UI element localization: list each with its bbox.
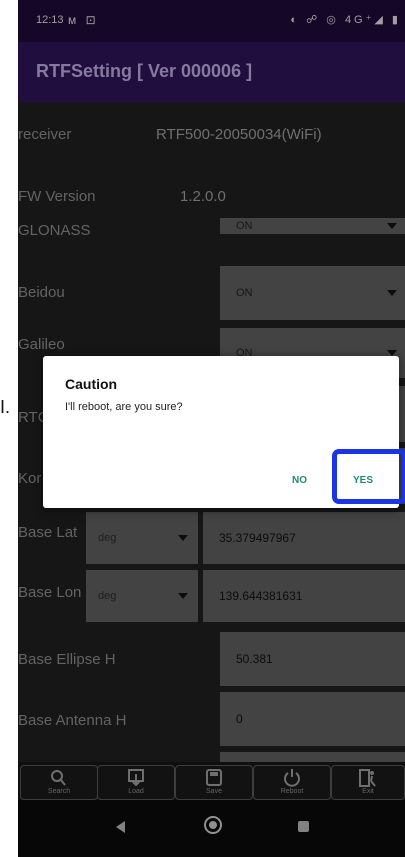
app-bar: RTFSetting [ Ver 000006 ]: [18, 42, 405, 102]
home-icon[interactable]: [204, 816, 222, 834]
fw-version-value: 1.2.0.0: [180, 188, 226, 205]
chevron-down-icon: [178, 593, 188, 599]
base-lon-label: Base Lon: [18, 584, 82, 601]
base-lon-input[interactable]: 139.644381631: [203, 570, 405, 622]
base-ellipse-value: 50.381: [236, 652, 273, 666]
load-button[interactable]: Load: [97, 765, 175, 800]
base-ellipse-input[interactable]: 50.381: [220, 632, 405, 686]
search-icon: [51, 770, 66, 786]
base-lat-unit: deg: [98, 532, 117, 544]
save-label: Save: [206, 788, 222, 795]
beidou-dropdown[interactable]: ON: [220, 266, 405, 320]
status-time: 12:13: [36, 14, 64, 26]
status-bar: 12:13 ᴍ ⊡ ◐ ☍ ◎ 4G⁺◢ ▮: [18, 0, 405, 42]
notification-icons: ᴍ ⊡: [68, 13, 99, 27]
chevron-down-icon: [387, 290, 397, 296]
base-ellipse-label: Base Ellipse H: [18, 651, 116, 668]
glonass-label: GLONASS: [18, 222, 91, 239]
chevron-down-icon: [178, 535, 188, 541]
no-button[interactable]: NO: [292, 475, 307, 486]
base-lat-input[interactable]: 35.379497967: [203, 512, 405, 564]
base-lon-unit-dropdown[interactable]: deg: [86, 570, 198, 622]
exit-label: Exit: [362, 788, 374, 795]
app-title: RTFSetting [ Ver 000006 ]: [36, 61, 253, 81]
outside-stray-text: I.: [0, 397, 11, 417]
kor-label: Kor: [18, 470, 42, 487]
system-status-icons: ◐ ☍ ◎ 4G⁺◢ ▮: [290, 14, 401, 26]
fw-version-label: FW Version: [18, 188, 96, 205]
base-lat-label: Base Lat: [18, 524, 78, 541]
power-icon: [284, 769, 300, 787]
base-antenna-value: 0: [236, 712, 243, 726]
base-lat-unit-dropdown[interactable]: deg: [86, 512, 198, 564]
yes-button-highlight: [332, 449, 405, 504]
phone-screen: 12:13 ᴍ ⊡ ◐ ☍ ◎ 4G⁺◢ ▮ RTFSetting [ Ver …: [18, 0, 405, 857]
save-button[interactable]: Save: [175, 765, 253, 800]
recents-icon[interactable]: [298, 821, 309, 832]
search-label: Search: [47, 788, 71, 795]
exit-button[interactable]: Exit: [331, 765, 405, 800]
reboot-label: Reboot: [280, 788, 304, 795]
base-lon-unit: deg: [98, 590, 117, 602]
search-button[interactable]: Search: [20, 765, 98, 800]
glonass-dropdown[interactable]: ON: [220, 218, 405, 234]
receiver-label: receiver: [18, 126, 72, 143]
next-field[interactable]: [220, 752, 405, 762]
reboot-button[interactable]: Reboot: [253, 765, 331, 800]
beidou-value: ON: [236, 287, 253, 299]
base-antenna-input[interactable]: 0: [220, 692, 405, 746]
base-lat-value: 35.379497967: [219, 531, 296, 545]
bottom-toolbar: Search Load Save Reboot Exit: [18, 762, 405, 800]
dialog-title: Caution: [65, 376, 118, 392]
back-icon[interactable]: [116, 821, 125, 833]
system-nav-bar: [18, 800, 405, 857]
base-lon-value: 139.644381631: [219, 589, 303, 603]
galileo-label: Galileo: [18, 336, 65, 353]
base-antenna-label: Base Antenna H: [18, 712, 127, 729]
beidou-label: Beidou: [18, 284, 65, 301]
chevron-down-icon: [387, 223, 397, 229]
glonass-value: ON: [236, 220, 253, 232]
dialog-message: I'll reboot, are you sure?: [65, 401, 183, 413]
receiver-value: RTF500-20050034(WiFi): [156, 126, 322, 143]
load-label: Load: [128, 788, 144, 795]
download-icon: [128, 769, 144, 787]
exit-door-icon: [359, 769, 376, 787]
floppy-disk-icon: [206, 769, 222, 786]
